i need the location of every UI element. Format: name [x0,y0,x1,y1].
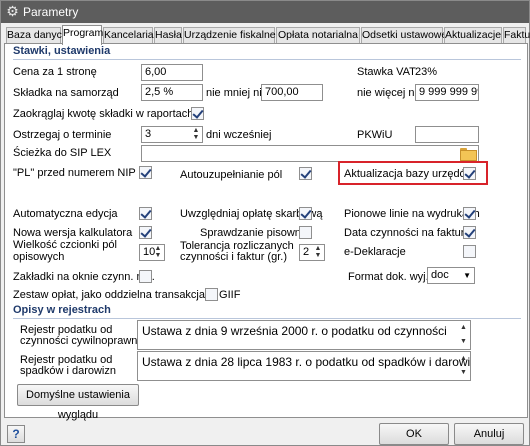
ostrzegaj-label: Ostrzegaj o terminie [13,129,112,141]
skladka-input[interactable]: 2,5 % [141,84,203,101]
nie-wiecej-label: nie więcej niż [357,87,423,99]
tab-oplata-notarialna[interactable]: Opłata notarialna [276,27,360,44]
nie-mniej-label: nie mniej niż [206,87,268,99]
pl-nip-label: "PL" przed numerem NIP [13,167,136,179]
chevron-down-icon: ▼ [463,271,471,280]
tab-kancelaria[interactable]: Kancelaria [103,27,154,44]
format-value: doc [431,269,449,281]
help-button[interactable]: ? [7,425,25,443]
ostrzegaj-value: 3 [145,128,152,140]
cena-input[interactable]: 6,00 [141,64,203,81]
wielkosc-spinner[interactable]: 10 ▲ ▼ [139,244,165,261]
section-stawki-title: Stawki, ustawienia [13,45,111,57]
data-label: Data czynności na fakturze [344,227,477,239]
skladka-label: Składka na samorząd [13,87,119,99]
edeklaracje-checkbox[interactable] [463,245,476,258]
gear-icon: ⚙ [6,3,19,19]
section-opisy-title: Opisy w rejestrach [13,304,111,316]
rejestr1-scrollbar[interactable]: ▲ ▼ [458,321,470,349]
pl-nip-checkbox[interactable] [139,166,152,179]
tab-faktury[interactable]: Faktury [503,27,530,44]
rejestr2-scrollbar[interactable]: ▲ ▼ [458,352,470,380]
sciezka-input[interactable] [141,145,479,162]
spinner-arrows-icon[interactable]: ▲ ▼ [153,245,163,260]
sprawdzanie-label: Sprawdzanie pisowni [200,227,304,239]
stawka-vat-value: 23% [415,66,438,78]
zakladki-checkbox[interactable] [139,270,152,283]
zaokraglaj-checkbox[interactable] [191,107,204,120]
tolerancja-value: 2 [303,246,310,258]
spinner-arrows-icon[interactable]: ▲ ▼ [313,245,323,260]
default-layout-button[interactable]: Domyślne ustawienia wyglądu [17,384,139,421]
tab-odsetki-ustawowe[interactable]: Odsetki ustawowe [361,27,447,44]
tab-program[interactable]: Program [62,25,103,45]
dni-label: dni wcześniej [206,129,272,141]
format-label: Format dok. wyj. [348,271,429,283]
zaokraglaj-label: Zaokrąglaj kwotę składki w raportach [13,108,194,120]
sprawdzanie-checkbox[interactable] [299,226,312,239]
pkwiu-label: PKWiU [357,129,393,141]
tab-aktualizacje[interactable]: Aktualizacje [444,27,502,44]
aktualizacja-checkbox[interactable] [463,167,476,180]
tab-strip: Baza danych Program Kancelaria Hasła Urz… [4,25,530,45]
nowa-label: Nowa wersja kalkulatora [13,227,133,239]
folder-icon[interactable] [460,148,477,161]
title-bar: ⚙ Parametry [1,1,529,23]
pkwiu-input[interactable] [415,126,479,143]
stawka-vat-label: Stawka VAT [357,66,416,78]
nowa-checkbox[interactable] [139,226,152,239]
tolerancja-label-2: czynności i faktur (gr.) [180,251,287,263]
pionowe-label: Pionowe linie na wydrukach [344,208,480,220]
section-divider [13,59,521,60]
format-select[interactable]: doc ▼ [427,267,475,284]
rejestr2-memo[interactable]: Ustawa z dnia 28 lipca 1983 r. o podatku… [137,351,471,381]
cena-label: Cena za 1 stronę [13,66,97,78]
tolerancja-spinner[interactable]: 2 ▲ ▼ [299,244,325,261]
pionowe-checkbox[interactable] [463,207,476,220]
rejestr2-label-2: spadków i darowizn [20,365,116,377]
ostrzegaj-spinner[interactable]: 3 ▲ ▼ [141,126,203,143]
tab-urzadzenie-fiskalne[interactable]: Urządzenie fiskalne [183,27,276,44]
ok-button[interactable]: OK [379,423,449,445]
autouzup-label: Autouzupełnianie pól [180,169,283,181]
nie-mniej-input[interactable]: 700,00 [261,84,323,101]
nie-wiecej-input[interactable]: 9 999 999 999,0 [415,84,479,101]
parametry-window: ⚙ Parametry Baza danych Program Kancelar… [0,0,530,446]
autouzup-checkbox[interactable] [299,167,312,180]
tab-hasla[interactable]: Hasła [154,27,182,44]
rejestr1-value: Ustawa z dnia 9 września 2000 r. o podat… [142,324,447,338]
edeklaracje-label: e-Deklaracje [344,246,406,258]
automatyczna-label: Automatyczna edycja [13,208,118,220]
zakladki-label: Zakładki na oknie czynn. not. [13,271,155,283]
section-divider [13,318,521,319]
automatyczna-checkbox[interactable] [139,207,152,220]
rejestr2-value: Ustawa z dnia 28 lipca 1983 r. o podatku… [142,355,471,369]
wielkosc-label-2: opisowych [13,251,65,263]
uwzgledniaj-checkbox[interactable] [299,207,312,220]
window-title: Parametry [23,5,79,19]
rejestr1-memo[interactable]: Ustawa z dnia 9 września 2000 r. o podat… [137,320,471,350]
data-checkbox[interactable] [463,226,476,239]
cancel-button[interactable]: Anuluj [454,423,524,445]
aktualizacja-label: Aktualizacja bazy urzędów [344,168,474,180]
spinner-arrows-icon[interactable]: ▲ ▼ [191,127,201,142]
tab-baza-danych[interactable]: Baza danych [6,27,68,44]
zestaw-checkbox[interactable] [205,288,218,301]
program-tab-panel: Stawki, ustawienia Cena za 1 stronę 6,00… [4,43,528,421]
sciezka-label: Ścieżka do SIP LEX [13,147,112,159]
wielkosc-label-1: Wielkość czcionki pól [13,239,117,251]
rejestr1-label-2: czynności cywilnoprawnych [20,335,155,347]
